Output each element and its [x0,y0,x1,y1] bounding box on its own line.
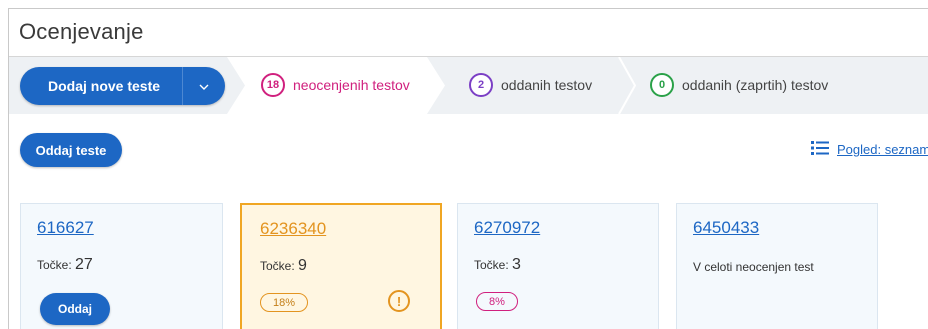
step-ungraded-label: neocenjenih testov [293,77,410,93]
step-separator [617,57,637,114]
points-label: Točke: [260,259,295,273]
points-value: 3 [512,256,521,273]
points-value: 9 [298,257,307,274]
test-id-link[interactable]: 6450433 [693,218,759,238]
page-title: Ocenjevanje [19,19,144,44]
points-label: Točke: [37,258,72,272]
grading-panel: Ocenjevanje 18 neocenjenih testov 2 odda… [8,8,928,329]
test-points: Točke: 27 [37,256,93,274]
add-tests-button[interactable]: Dodaj nove teste [20,67,184,105]
points-value: 27 [75,256,93,273]
step-ungraded[interactable]: 18 neocenjenih testov [261,71,410,99]
test-points: Točke: 9 [260,257,307,275]
percent-badge: 8% [476,292,518,311]
test-card: 6450433 V celoti neocenjen test [676,203,878,329]
view-toggle-label: Pogled: seznam [837,142,928,157]
test-card: 6270972 Točke: 3 8% [457,203,659,329]
test-id-link[interactable]: 616627 [37,218,94,238]
view-toggle-link[interactable]: Pogled: seznam [811,141,928,158]
submit-test-button[interactable]: Oddaj [40,293,110,325]
ungraded-count-badge: 18 [261,73,285,97]
list-icon [811,141,829,158]
step-submitted[interactable]: 2 oddanih testov [469,71,592,99]
test-points: Točke: 3 [474,256,521,274]
step-closed[interactable]: 0 oddanih (zaprtih) testov [650,71,828,99]
test-card-warning: 6236340 Točke: 9 18% ! [240,203,442,329]
points-label: Točke: [474,258,509,272]
step-closed-label: oddanih (zaprtih) testov [682,77,829,93]
warning-icon: ! [388,290,410,312]
step-submitted-label: oddanih testov [501,77,593,93]
percent-badge: 18% [260,293,309,312]
test-card: 616627 Točke: 27 Oddaj [20,203,223,329]
step-separator [421,57,441,114]
test-id-link[interactable]: 6270972 [474,218,540,238]
submit-tests-button[interactable]: Oddaj teste [20,133,122,167]
add-tests-split-button: Dodaj nove teste [20,67,226,105]
test-note: V celoti neocenjen test [693,260,814,274]
chevron-down-icon [199,77,209,95]
test-id-link[interactable]: 6236340 [260,219,326,239]
submitted-count-badge: 2 [469,73,493,97]
closed-count-badge: 0 [650,73,674,97]
add-tests-dropdown-toggle[interactable] [183,67,225,105]
